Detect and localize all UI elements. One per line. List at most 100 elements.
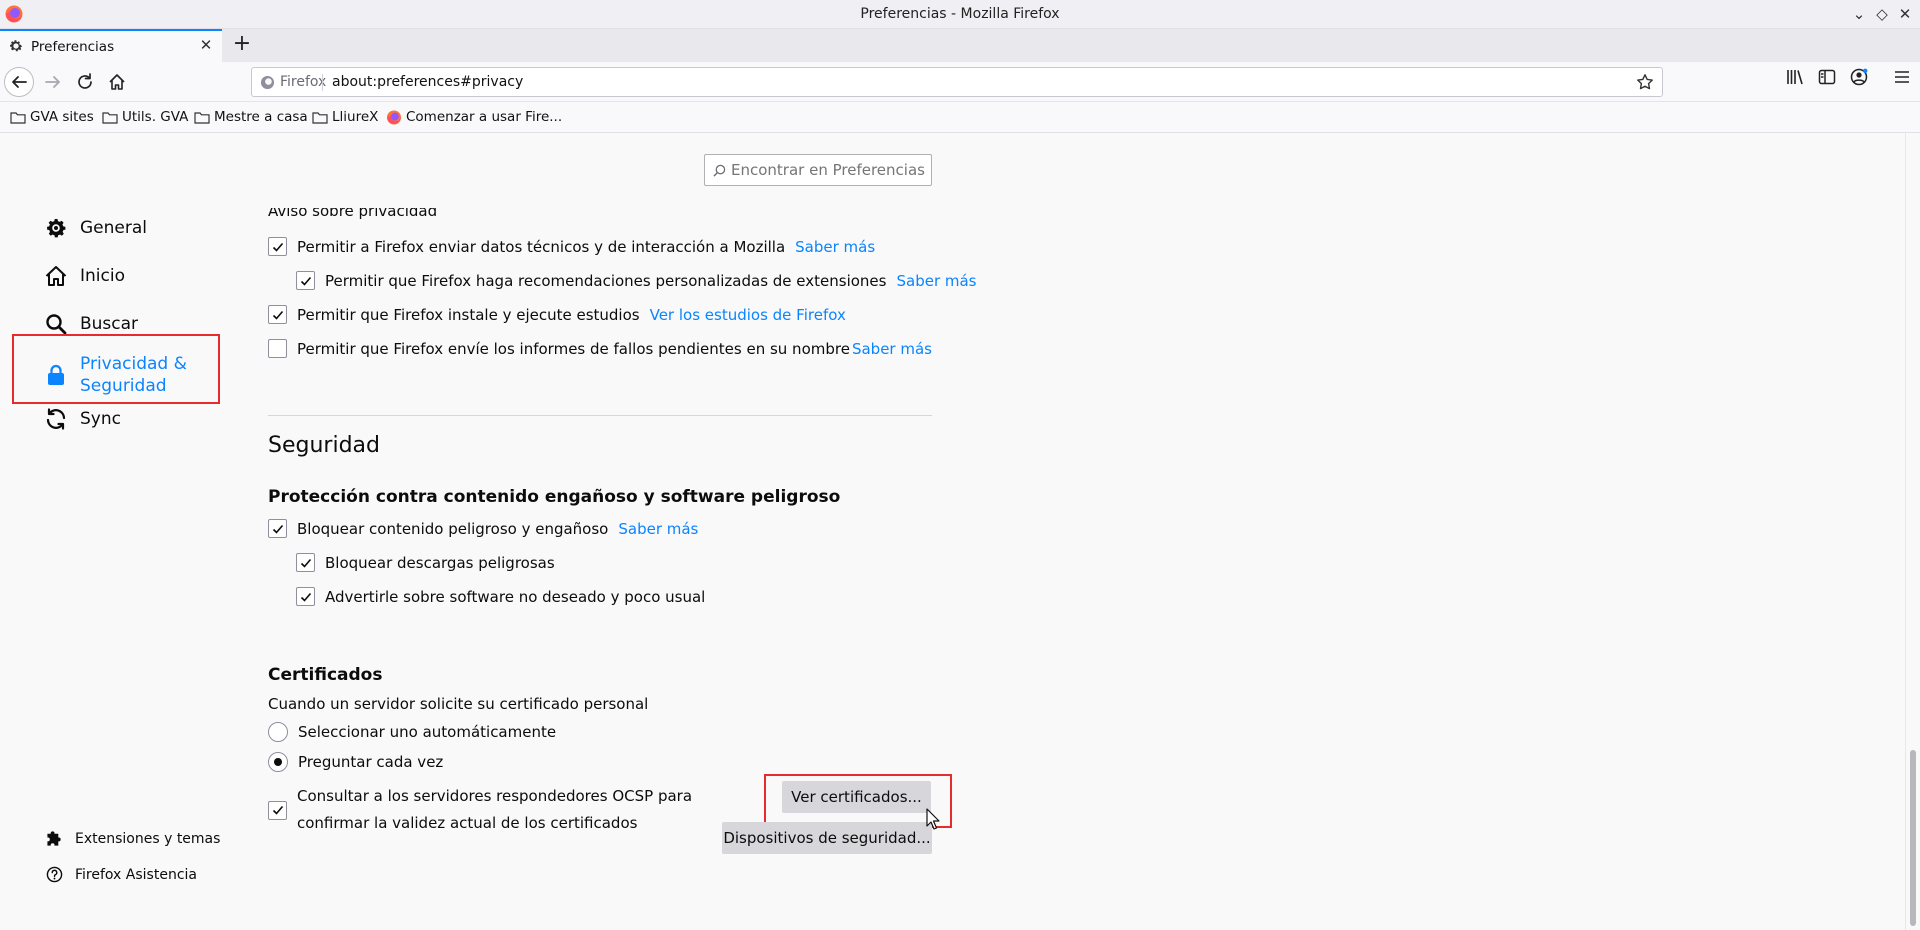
close-tab-icon[interactable]: ✕ — [197, 36, 215, 54]
url-bar[interactable]: Firefox — [251, 67, 1663, 97]
ocsp-checkbox[interactable] — [268, 800, 287, 820]
menu-hamburger-icon[interactable] — [1893, 68, 1911, 86]
bookmark-star-icon[interactable] — [1636, 73, 1654, 91]
sidebar-label: Sync — [80, 409, 121, 429]
warn-unwanted-label: Advertirle sobre software no deseado y p… — [325, 587, 706, 606]
warn-unwanted-checkbox[interactable] — [296, 587, 315, 606]
folder-icon — [312, 111, 328, 124]
home-icon — [109, 74, 125, 90]
url-input[interactable] — [332, 72, 1532, 92]
window-title: Preferencias - Mozilla Firefox — [860, 6, 1060, 22]
bookmark-folder-mestre-a-casa[interactable]: Mestre a casa — [194, 109, 308, 125]
arrow-left-icon — [12, 76, 27, 88]
security-devices-button[interactable]: Dispositivos de seguridad... — [722, 822, 932, 854]
telemetry-checkbox[interactable] — [268, 237, 287, 256]
ocsp-label-line1: Consultar a los servidores respondedores… — [297, 787, 693, 805]
minimize-icon[interactable]: ⌄ — [1849, 3, 1869, 25]
page-scrollbar[interactable] — [1905, 133, 1920, 930]
home-icon — [45, 266, 67, 286]
identity-box[interactable]: Firefox — [260, 74, 326, 90]
block-downloads-checkbox[interactable] — [296, 553, 315, 572]
new-tab-button[interactable]: + — [229, 32, 255, 58]
library-icon[interactable] — [1786, 68, 1804, 86]
telemetry-option[interactable]: Permitir a Firefox enviar datos técnicos… — [268, 237, 875, 256]
firefox-logo-icon — [386, 109, 402, 125]
ask-every-time-option[interactable]: Preguntar cada vez — [268, 752, 443, 772]
tab-preferences[interactable]: Preferencias ✕ — [0, 29, 222, 62]
section-divider — [268, 415, 932, 416]
extension-recommendations-learn-more-link[interactable]: Saber más — [896, 272, 976, 290]
checkmark-icon — [272, 805, 283, 815]
crash-reports-option[interactable]: Permitir que Firefox envíe los informes … — [268, 339, 932, 358]
navigation-toolbar: Firefox — [0, 62, 1920, 102]
warn-unwanted-option[interactable]: Advertirle sobre software no deseado y p… — [296, 587, 705, 606]
extension-recommendations-label: Permitir que Firefox haga recomendacione… — [325, 271, 887, 290]
puzzle-icon — [47, 831, 61, 846]
back-button[interactable] — [4, 67, 34, 97]
block-dangerous-option[interactable]: Bloquear contenido peligroso y engañoso … — [268, 519, 698, 538]
crash-reports-learn-more-link[interactable]: Saber más — [852, 340, 932, 358]
select-automatically-option[interactable]: Seleccionar uno automáticamente — [268, 722, 556, 742]
deceptive-content-title: Protección contra contenido engañoso y s… — [268, 487, 841, 507]
window-titlebar: Preferencias - Mozilla Firefox ⌄ ◇ ✕ — [0, 0, 1920, 29]
preferences-search-box[interactable] — [704, 154, 932, 186]
checkmark-icon — [272, 310, 283, 320]
bookmark-folder-gva-sites[interactable]: GVA sites — [10, 109, 94, 125]
checkmark-icon — [300, 276, 311, 286]
extension-recommendations-checkbox[interactable] — [296, 271, 315, 290]
firefox-identity-icon — [260, 75, 275, 89]
block-dangerous-checkbox[interactable] — [268, 519, 287, 538]
sidebar-label: General — [80, 218, 147, 238]
folder-icon — [102, 111, 118, 124]
search-icon — [713, 164, 726, 177]
maximize-icon[interactable]: ◇ — [1872, 3, 1892, 25]
studies-option[interactable]: Permitir que Firefox instale y ejecute e… — [268, 305, 846, 324]
bookmark-getting-started[interactable]: Comenzar a usar Fire... — [386, 109, 562, 125]
extensions-label: Extensiones y temas — [75, 830, 221, 847]
sidebar-item-inicio[interactable]: Inicio — [44, 264, 125, 288]
sidebar-label: Buscar — [80, 314, 139, 334]
close-window-icon[interactable]: ✕ — [1895, 3, 1915, 25]
certificates-title: Certificados — [268, 665, 383, 685]
extension-recommendations-option[interactable]: Permitir que Firefox haga recomendacione… — [296, 271, 977, 290]
telemetry-learn-more-link[interactable]: Saber más — [795, 238, 875, 256]
crash-reports-checkbox[interactable] — [268, 339, 287, 358]
home-button[interactable] — [102, 67, 132, 97]
telemetry-label: Permitir a Firefox enviar datos técnicos… — [297, 237, 786, 256]
sidebar-toggle-icon[interactable] — [1818, 68, 1836, 86]
sidebar-item-general[interactable]: General — [44, 216, 147, 240]
sidebar-support-link[interactable]: Firefox Asistencia — [46, 866, 197, 883]
ocsp-label-line2: confirmar la validez actual de los certi… — [297, 814, 638, 832]
studies-label: Permitir que Firefox instale y ejecute e… — [297, 305, 640, 324]
view-studies-link[interactable]: Ver los estudios de Firefox — [650, 306, 846, 324]
forward-button[interactable] — [38, 67, 68, 97]
folder-icon — [10, 111, 26, 124]
sidebar-item-sync[interactable]: Sync — [44, 407, 121, 431]
checkmark-icon — [300, 592, 311, 602]
highlight-box-privacy — [12, 334, 220, 404]
sidebar-extensions-link[interactable]: Extensiones y temas — [46, 830, 220, 847]
select-automatically-radio[interactable] — [268, 722, 288, 742]
block-dangerous-learn-more-link[interactable]: Saber más — [618, 520, 698, 538]
reload-button[interactable] — [70, 67, 100, 97]
checkmark-icon — [272, 242, 283, 252]
bookmark-folder-utils-gva[interactable]: Utils. GVA — [102, 109, 188, 125]
ask-every-time-radio[interactable] — [268, 752, 288, 772]
scrollbar-thumb[interactable] — [1910, 750, 1916, 926]
preferences-search-input[interactable] — [731, 160, 927, 180]
gear-icon — [10, 40, 23, 52]
privacy-notice-link[interactable]: Aviso sobre privacidad — [268, 208, 437, 222]
ocsp-option[interactable]: Consultar a los servidores respondedores… — [268, 783, 692, 837]
sidebar-item-buscar[interactable]: Buscar — [44, 312, 138, 336]
support-label: Firefox Asistencia — [75, 866, 197, 883]
search-icon — [46, 314, 67, 335]
checkmark-icon — [272, 524, 283, 534]
sync-icon — [46, 408, 66, 430]
block-downloads-option[interactable]: Bloquear descargas peligrosas — [296, 553, 555, 572]
preferences-page: General Inicio Buscar Privacidad & Segur… — [0, 133, 1905, 930]
account-icon[interactable] — [1850, 68, 1868, 86]
bookmark-folder-lliurex[interactable]: LliureX — [312, 109, 378, 125]
studies-checkbox[interactable] — [268, 305, 287, 324]
ask-every-time-label: Preguntar cada vez — [298, 753, 444, 771]
tab-strip: Preferencias ✕ + — [0, 29, 1920, 62]
